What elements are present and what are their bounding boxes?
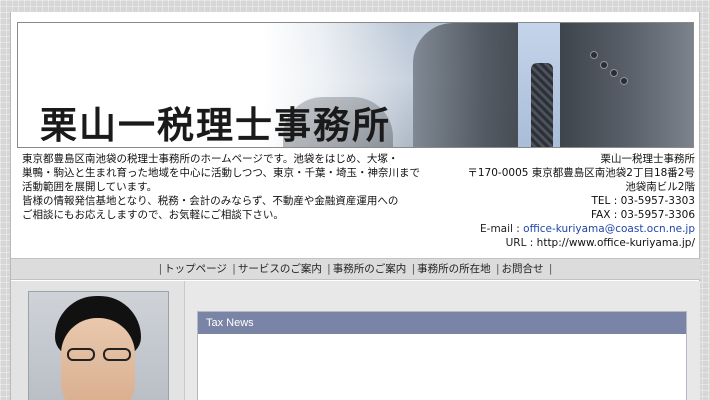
office-address: 〒170-0005 東京都豊島区南池袋2丁目18番2号 — [467, 167, 695, 179]
office-contact: 栗山一税理士事務所 〒170-0005 東京都豊島区南池袋2丁目18番2号 池袋… — [435, 152, 695, 250]
glasses-lens — [103, 348, 131, 361]
panel-title: Tax News — [198, 312, 686, 334]
header-banner: 栗山一税理士事務所 — [17, 22, 694, 148]
suit-button — [590, 51, 598, 59]
nav-item-location[interactable]: 事務所の所在地 — [417, 263, 491, 275]
office-tel: TEL : 03-5957-3303 — [591, 195, 696, 207]
nav-separator: | — [232, 263, 236, 275]
office-fax: FAX : 03-5957-3306 — [590, 209, 695, 221]
nav-item-services[interactable]: サービスのご案内 — [238, 263, 322, 275]
main-nav: | トップページ | サービスのご案内 | 事務所のご案内 | 事務所の所在地 | お問合… — [11, 258, 700, 280]
office-name: 栗山一税理士事務所 — [600, 153, 696, 165]
nav-item-top-page[interactable]: トップページ — [164, 263, 227, 275]
intro-line: 東京都豊島区南池袋の税理士事務所のホームページです。池袋をはじめ、大塚・ — [22, 153, 399, 165]
glasses-lens — [67, 348, 95, 361]
banner-suit-right — [560, 23, 693, 147]
url-label: URL : — [505, 237, 537, 249]
page-container: 栗山一税理士事務所 東京都豊島区南池袋の税理士事務所のホームページです。池袋をは… — [10, 12, 700, 400]
site-title: 栗山一税理士事務所 — [40, 103, 391, 147]
intro-line: 活動範囲を展開しています。 — [22, 181, 158, 193]
suit-button — [610, 69, 618, 77]
url-link[interactable]: http://www.office-kuriyama.jp/ — [537, 237, 695, 249]
content-area: Tax News — [11, 281, 700, 400]
nav-item-contact[interactable]: お問合せ — [502, 263, 544, 275]
intro-line: ご相談にもお応えしますので、お気軽にご相談下さい。 — [22, 209, 284, 221]
nav-separator: | — [327, 263, 331, 275]
office-building: 池袋南ビル2階 — [625, 181, 695, 193]
sidebar — [11, 281, 185, 400]
banner-suit-left — [413, 23, 533, 147]
email-link[interactable]: office-kuriyama@coast.ocn.ne.jp — [523, 223, 695, 235]
suit-button — [600, 61, 608, 69]
portrait-photo — [28, 291, 169, 400]
banner-tie — [531, 63, 553, 147]
nav-item-office-info[interactable]: 事務所のご案内 — [333, 263, 407, 275]
office-url-row: URL : http://www.office-kuriyama.jp/ — [435, 236, 695, 250]
intro-line: 巣鴨・駒込と生まれ育った地域を中心に活動しつつ、東京・千葉・埼玉・神奈川まで — [22, 167, 420, 179]
office-email-row: E-mail : office-kuriyama@coast.ocn.ne.jp — [435, 222, 695, 236]
suit-button — [620, 77, 628, 85]
nav-separator: | — [411, 263, 416, 275]
intro-section: 東京都豊島区南池袋の税理士事務所のホームページです。池袋をはじめ、大塚・ 巣鴨・… — [19, 152, 695, 256]
tax-news-panel: Tax News — [197, 311, 687, 400]
intro-text: 東京都豊島区南池袋の税理士事務所のホームページです。池袋をはじめ、大塚・ 巣鴨・… — [22, 152, 420, 222]
intro-line: 皆様の情報発信基地となり、税務・会計のみならず、不動産や金融資産運用への — [22, 195, 399, 207]
nav-separator: | — [158, 263, 163, 275]
email-label: E-mail : — [480, 223, 524, 235]
portrait-glasses — [63, 348, 135, 362]
nav-separator: | — [548, 263, 553, 275]
nav-separator: | — [495, 263, 500, 275]
